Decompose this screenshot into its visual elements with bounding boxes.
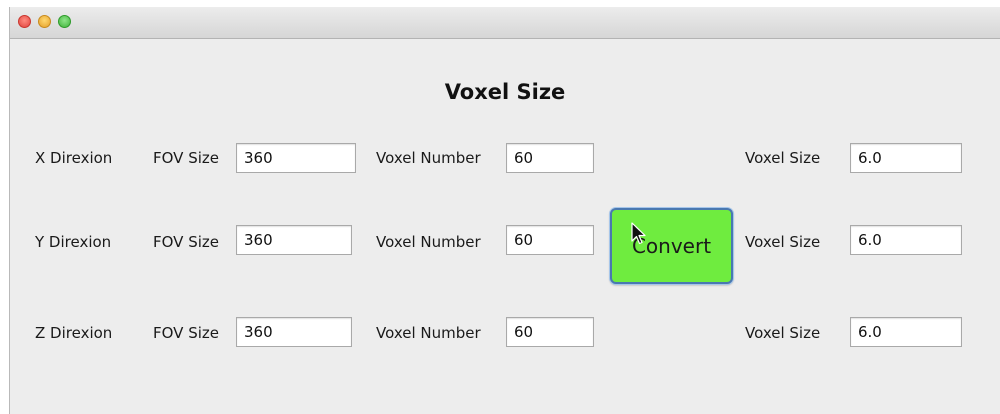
z-voxel-number-label: Voxel Number [376,324,481,342]
convert-button[interactable]: Convert [610,208,733,284]
y-voxel-number-input[interactable] [506,225,594,255]
z-voxel-size-label: Voxel Size [745,324,821,342]
x-voxel-size-input[interactable] [850,143,962,173]
x-voxel-size-label: Voxel Size [745,149,821,167]
z-fov-size-label: FOV Size [153,324,219,342]
page-title: Voxel Size [444,80,566,104]
x-fov-size-label: FOV Size [153,149,219,167]
x-fov-size-input[interactable] [236,143,356,173]
y-fov-size-input[interactable] [236,225,352,255]
mouse-pointer-icon [631,222,646,245]
y-voxel-size-label: Voxel Size [745,233,821,251]
app-window: Voxel Size X Direxion FOV Size Voxel Num… [9,7,1000,414]
z-direction-label: Z Direxion [35,324,113,342]
x-direction-label: X Direxion [35,149,113,167]
z-fov-size-input[interactable] [236,317,352,347]
z-voxel-number-input[interactable] [506,317,594,347]
y-fov-size-label: FOV Size [153,233,219,251]
close-icon[interactable] [18,15,31,28]
z-voxel-size-input[interactable] [850,317,962,347]
title-bar[interactable] [10,7,1000,39]
minimize-icon[interactable] [38,15,51,28]
y-voxel-number-label: Voxel Number [376,233,481,251]
y-direction-label: Y Direxion [35,233,112,251]
zoom-icon[interactable] [58,15,71,28]
x-voxel-number-input[interactable] [506,143,594,173]
x-voxel-number-label: Voxel Number [376,149,481,167]
y-voxel-size-input[interactable] [850,225,962,255]
